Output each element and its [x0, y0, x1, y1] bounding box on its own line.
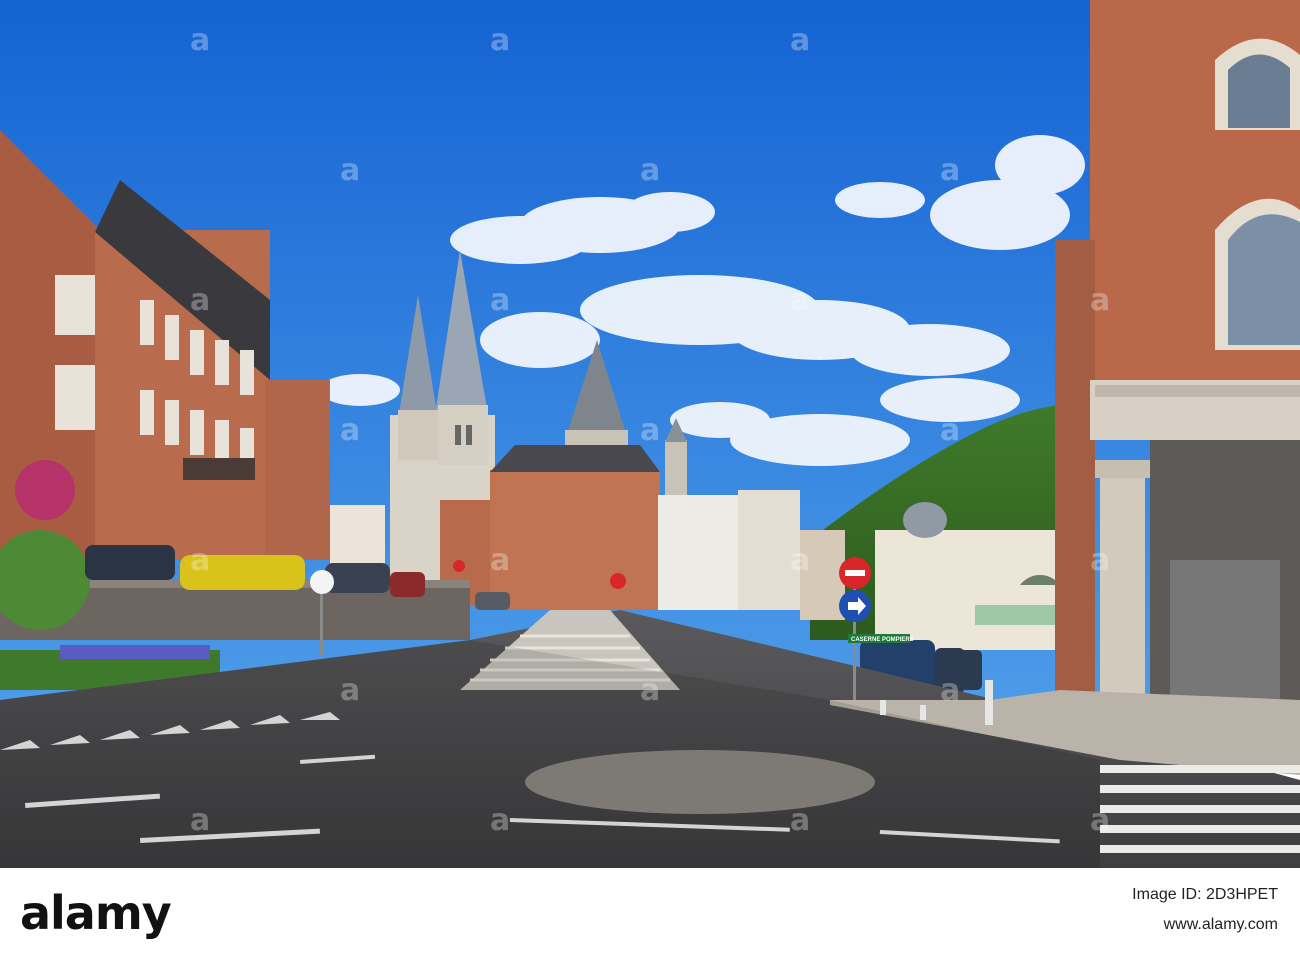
svg-text:a: a [490, 283, 510, 318]
svg-text:a: a [340, 413, 360, 448]
svg-text:a: a [1090, 803, 1110, 838]
svg-text:a: a [790, 283, 810, 318]
svg-text:a: a [640, 413, 660, 448]
svg-text:a: a [190, 23, 210, 58]
photo: CASERNE POMPIERS a a a a a a a a a a a a… [0, 0, 1300, 868]
image-id: Image ID: 2D3HPET [1132, 886, 1278, 903]
svg-text:a: a [940, 413, 960, 448]
svg-text:a: a [940, 673, 960, 708]
footer-bar: alamy Image ID: 2D3HPET www.alamy.com [0, 868, 1300, 957]
svg-text:a: a [190, 283, 210, 318]
site-url[interactable]: www.alamy.com [1132, 914, 1278, 936]
svg-text:a: a [790, 803, 810, 838]
svg-text:a: a [940, 153, 960, 188]
svg-text:a: a [490, 23, 510, 58]
svg-text:a: a [1090, 543, 1110, 578]
image-meta: Image ID: 2D3HPET www.alamy.com [1132, 884, 1278, 936]
svg-text:a: a [490, 543, 510, 578]
svg-text:a: a [340, 153, 360, 188]
street-sign-label: CASERNE POMPIERS [851, 637, 914, 643]
svg-text:a: a [640, 673, 660, 708]
svg-text:a: a [190, 543, 210, 578]
svg-text:a: a [340, 673, 360, 708]
svg-text:a: a [190, 803, 210, 838]
svg-text:a: a [1090, 283, 1110, 318]
svg-text:a: a [640, 153, 660, 188]
alamy-logo[interactable]: alamy [20, 886, 172, 940]
svg-text:a: a [490, 803, 510, 838]
flower-basket [15, 460, 75, 520]
svg-text:a: a [790, 543, 810, 578]
right-building [1055, 0, 1300, 710]
brand-text: alamy [20, 886, 172, 940]
svg-text:a: a [790, 23, 810, 58]
